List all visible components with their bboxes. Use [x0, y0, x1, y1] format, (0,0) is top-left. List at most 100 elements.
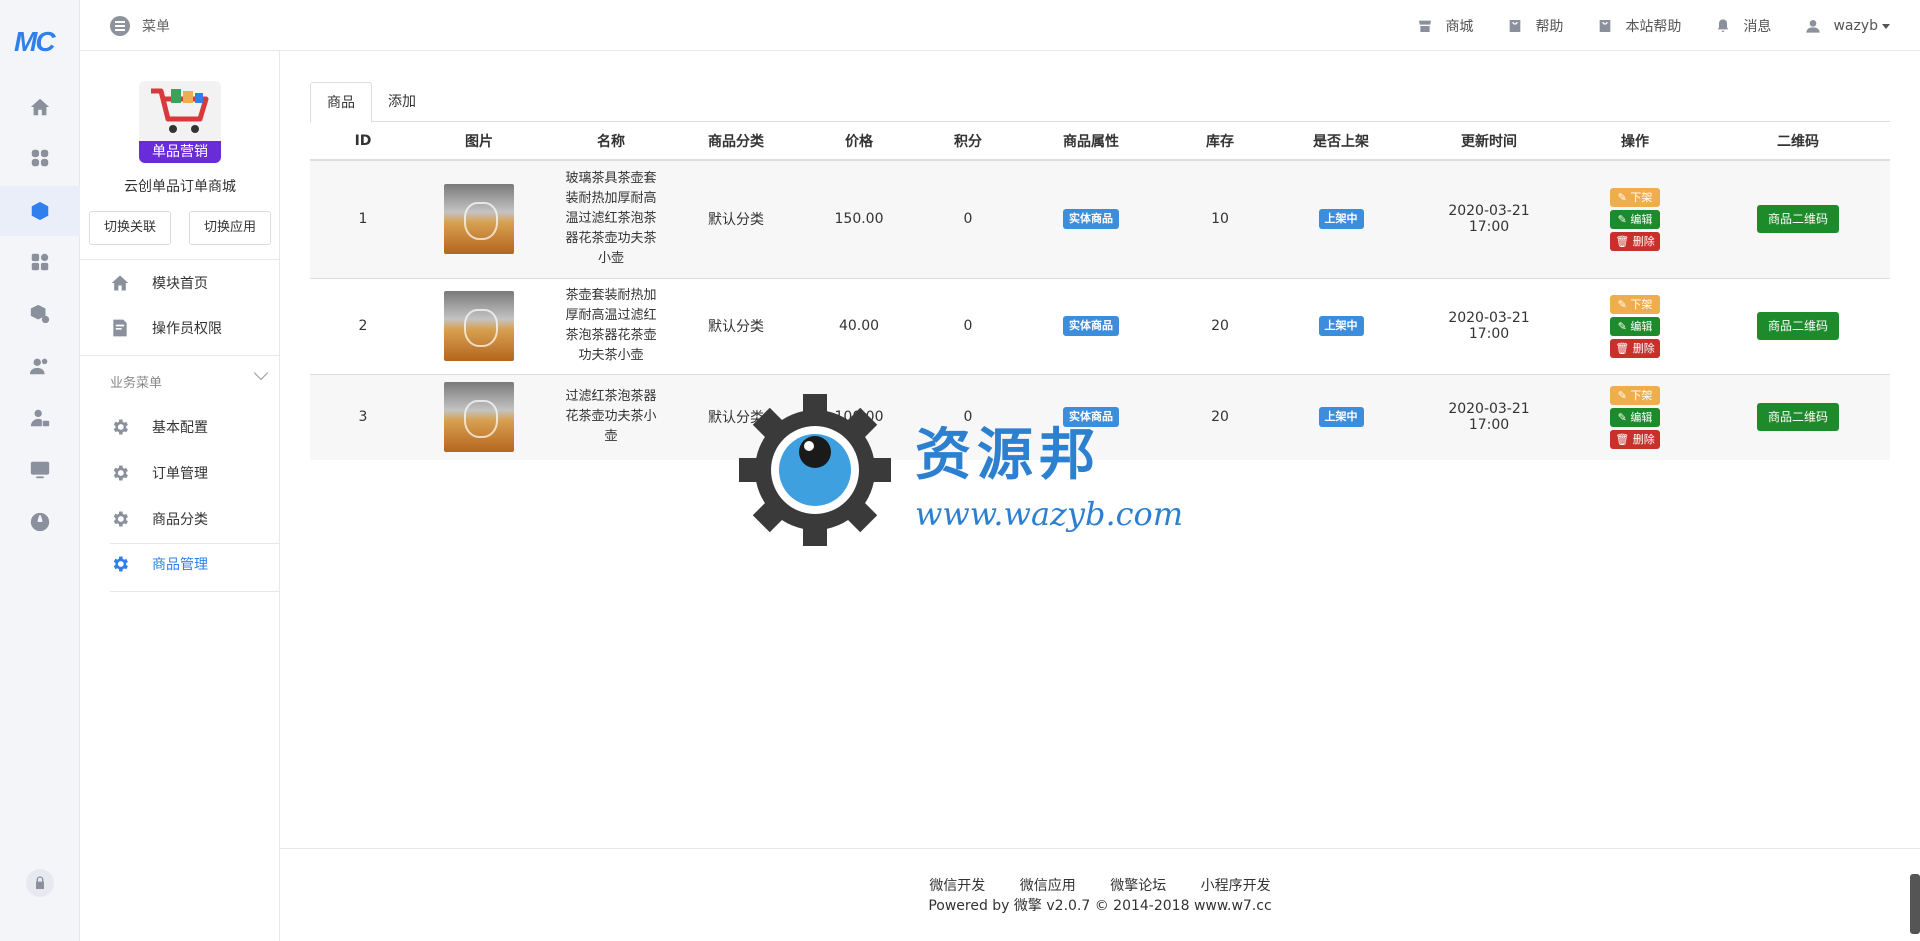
- col-header: 更新时间: [1414, 122, 1564, 161]
- status-badge: 上架中: [1318, 407, 1364, 428]
- qr-code-button[interactable]: 商品二维码: [1757, 312, 1839, 340]
- unlist-button[interactable]: ✎ 下架: [1610, 294, 1660, 314]
- caret-down-icon: [1882, 23, 1890, 29]
- table-row: 1 玻璃茶具茶壶套装耐热加厚耐高温过滤红茶泡茶器花茶壶功夫茶小壶 默认分类 15…: [310, 159, 1890, 278]
- table-header-row: ID 图片 名称 商品分类 价格 积分 商品属性 库存 是否上架 更新时间 操作…: [310, 122, 1890, 161]
- sidebar-item-basic-config[interactable]: 基本配置: [110, 417, 208, 437]
- qr-code-button[interactable]: 商品二维码: [1757, 403, 1839, 432]
- package-settings-icon[interactable]: [28, 302, 52, 326]
- unlist-button[interactable]: ✎ 下架: [1610, 187, 1660, 207]
- apps-icon[interactable]: [28, 146, 52, 170]
- status-badge: 上架中: [1318, 316, 1364, 336]
- nav-help[interactable]: 帮助: [1507, 16, 1563, 36]
- nav-site-help[interactable]: 本站帮助: [1597, 16, 1681, 36]
- product-thumbnail[interactable]: [444, 382, 514, 453]
- edit-button[interactable]: ✎ 编辑: [1610, 316, 1660, 336]
- group-title[interactable]: 业务菜单: [110, 372, 162, 391]
- user-menu[interactable]: wazyb: [1805, 18, 1890, 34]
- product-table: ID 图片 名称 商品分类 价格 积分 商品属性 库存 是否上架 更新时间 操作…: [310, 122, 1890, 460]
- switch-app-button[interactable]: 切换应用: [189, 211, 271, 245]
- product-thumbnail[interactable]: [444, 291, 514, 361]
- cell-updated: 2020-03-21 17:00: [1414, 373, 1564, 460]
- col-header: 库存: [1172, 122, 1268, 161]
- unlist-button[interactable]: ✎ 下架: [1610, 385, 1660, 405]
- delete-button[interactable]: 🗑 删除: [1610, 338, 1660, 358]
- cell-stock: 20: [1172, 277, 1268, 374]
- cell-name: 过滤红茶泡茶器花茶壶功夫茶小壶: [542, 373, 680, 460]
- cell-attr: 实体商品: [1010, 277, 1172, 374]
- site-help-icon: [1600, 20, 1611, 32]
- home-icon[interactable]: [28, 95, 52, 119]
- delete-button[interactable]: 🗑 删除: [1610, 429, 1660, 449]
- cell-points: 0: [926, 159, 1010, 278]
- app-logo-banner: 单品营销: [139, 141, 221, 163]
- app-logo: 单品营销: [139, 81, 221, 163]
- user-lock-icon[interactable]: [28, 406, 52, 430]
- cell-category: 默认分类: [680, 277, 792, 374]
- sidebar-item-operator-permission[interactable]: 操作员权限: [110, 318, 222, 338]
- qr-code-button[interactable]: 商品二维码: [1757, 205, 1839, 234]
- cell-updated: 2020-03-21 17:00: [1414, 277, 1564, 374]
- delete-button[interactable]: 🗑 删除: [1610, 231, 1660, 251]
- edit-button[interactable]: ✎ 编辑: [1610, 407, 1660, 427]
- cell-image: [416, 159, 542, 278]
- delete-label: 删除: [1632, 341, 1655, 355]
- menu-toggle[interactable]: 菜单: [110, 16, 170, 36]
- updated-time: 17:00: [1468, 417, 1510, 434]
- nav-messages[interactable]: 消息: [1715, 16, 1771, 36]
- cell-price: 40.00: [792, 277, 926, 374]
- cell-updated: 2020-03-21 17:00: [1414, 159, 1564, 278]
- cart-icon: [151, 88, 209, 133]
- footer-link[interactable]: 微信开发: [929, 878, 985, 894]
- cell-status: 上架中: [1268, 277, 1414, 374]
- sidebar-item-product-category[interactable]: 商品分类: [110, 509, 208, 529]
- product-thumbnail[interactable]: [444, 184, 514, 255]
- cell-image: [416, 277, 542, 374]
- icon-rail: MC: [0, 0, 80, 941]
- footer-link[interactable]: 微信应用: [1020, 878, 1076, 894]
- nav-shop[interactable]: 商城: [1417, 16, 1473, 36]
- globe-icon[interactable]: [28, 510, 52, 534]
- divider: [110, 591, 280, 592]
- modules-icon[interactable]: [28, 250, 52, 274]
- cell-qr: 商品二维码: [1706, 277, 1890, 374]
- divider: [80, 355, 280, 356]
- cell-points: 0: [926, 277, 1010, 374]
- help-bag-icon: [1510, 20, 1521, 32]
- attr-badge: 实体商品: [1063, 316, 1119, 336]
- tab-products[interactable]: 商品: [310, 82, 372, 123]
- sidebar-item-module-home[interactable]: 模块首页: [110, 273, 208, 293]
- col-header: 名称: [542, 122, 680, 161]
- switch-relation-button[interactable]: 切换关联: [89, 211, 171, 245]
- bell-icon: [1718, 19, 1729, 32]
- unlist-label: 下架: [1630, 190, 1653, 204]
- cube-icon[interactable]: [28, 199, 52, 223]
- sidebar-item-order-management[interactable]: 订单管理: [110, 463, 208, 483]
- monitor-icon[interactable]: [28, 458, 52, 482]
- cell-actions: ✎ 下架 ✎ 编辑 🗑 删除: [1564, 159, 1706, 278]
- updated-time: 17:00: [1468, 219, 1510, 236]
- top-nav: 商城 帮助 本站帮助 消息 wazyb: [1383, 16, 1890, 36]
- attr-badge: 实体商品: [1063, 407, 1119, 428]
- sidebar-item-product-management[interactable]: 商品管理: [110, 554, 208, 574]
- footer-link[interactable]: 小程序开发: [1201, 878, 1271, 894]
- edit-button[interactable]: ✎ 编辑: [1610, 209, 1660, 229]
- chevron-down-icon[interactable]: [253, 365, 269, 381]
- tab-add[interactable]: 添加: [372, 82, 432, 123]
- updated-date: 2020-03-21: [1448, 203, 1530, 220]
- cell-attr: 实体商品: [1010, 159, 1172, 278]
- scroll-handle[interactable]: [1910, 874, 1920, 934]
- users-icon[interactable]: [28, 354, 52, 378]
- brand-logo[interactable]: MC: [14, 26, 56, 58]
- lock-icon[interactable]: [26, 869, 54, 897]
- footer-link[interactable]: 微擎论坛: [1110, 878, 1166, 894]
- cell-stock: 10: [1172, 159, 1268, 278]
- nav-site-help-label: 本站帮助: [1625, 19, 1682, 35]
- footer: 微信开发 微信应用 微擎论坛 小程序开发 Powered by 微擎 v2.0.…: [280, 848, 1920, 941]
- divider: [80, 259, 280, 260]
- cell-category: 默认分类: [680, 159, 792, 278]
- module-sidebar: 单品营销 云创单品订单商城 切换关联 切换应用 模块首页 操作员权限 业务菜单 …: [80, 51, 280, 941]
- edit-label: 编辑: [1630, 410, 1653, 424]
- cell-attr: 实体商品: [1010, 373, 1172, 460]
- gear-icon: [113, 556, 128, 572]
